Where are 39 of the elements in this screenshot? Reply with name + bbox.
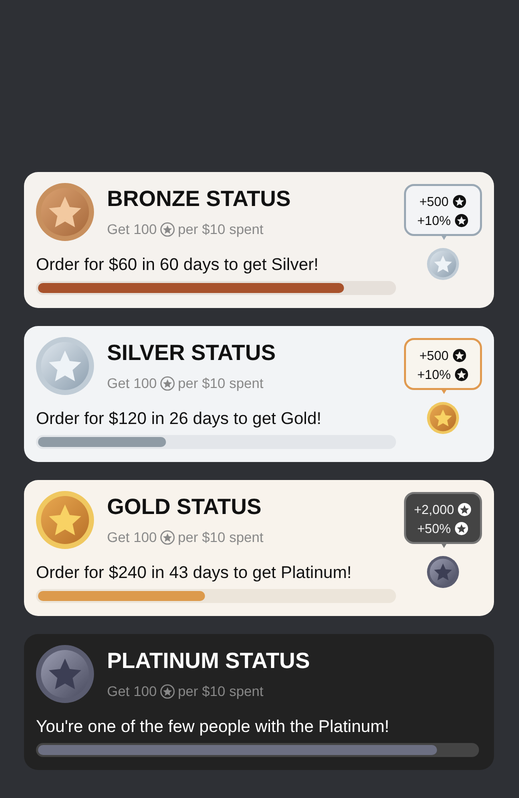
status-title: BRONZE STATUS bbox=[107, 185, 291, 213]
status-title: GOLD STATUS bbox=[107, 493, 262, 521]
bonus-text: +10% bbox=[417, 213, 451, 228]
progress-message: Order for $60 in 60 days to get Silver! bbox=[36, 254, 320, 276]
earn-text: Get 100 bbox=[107, 683, 157, 699]
star-coin-icon bbox=[457, 502, 472, 517]
star-medal-icon bbox=[36, 183, 94, 241]
bonus-text: +2,000 bbox=[414, 502, 454, 517]
progress-message: Order for $120 in 26 days to get Gold! bbox=[36, 408, 322, 430]
progress-message: Order for $240 in 43 days to get Platinum! bbox=[36, 562, 353, 584]
star-coin-icon bbox=[454, 367, 469, 382]
star-coin-icon bbox=[160, 376, 175, 390]
star-coin-icon bbox=[454, 213, 469, 228]
star-medal-icon bbox=[427, 556, 459, 588]
earn-text: per $10 spent bbox=[178, 375, 264, 391]
star-medal-icon bbox=[427, 402, 459, 434]
star-medal-icon bbox=[427, 248, 459, 280]
earn-text: Get 100 bbox=[107, 529, 157, 545]
star-coin-icon bbox=[454, 521, 469, 536]
star-medal-icon bbox=[36, 491, 94, 549]
star-coin-icon bbox=[452, 348, 467, 363]
earn-text: Get 100 bbox=[107, 221, 157, 237]
star-coin-icon bbox=[160, 530, 175, 544]
bonus-text: +50% bbox=[417, 521, 451, 536]
star-coin-icon bbox=[160, 684, 175, 698]
star-medal-icon bbox=[36, 337, 94, 395]
star-coin-icon bbox=[160, 222, 175, 236]
bonus-text: +500 bbox=[419, 194, 449, 209]
bonus-text: +500 bbox=[419, 348, 449, 363]
status-title: PLATINUM STATUS bbox=[107, 647, 310, 675]
star-coin-icon bbox=[452, 194, 467, 209]
star-medal-icon bbox=[36, 645, 94, 703]
status-title: SILVER STATUS bbox=[107, 339, 276, 367]
bonus-text: +10% bbox=[417, 367, 451, 382]
earn-text: per $10 spent bbox=[178, 529, 264, 545]
earn-text: per $10 spent bbox=[178, 221, 264, 237]
earn-text: per $10 spent bbox=[178, 683, 264, 699]
progress-message: You're one of the few people with the Platinum! bbox=[36, 716, 390, 738]
earn-text: Get 100 bbox=[107, 375, 157, 391]
